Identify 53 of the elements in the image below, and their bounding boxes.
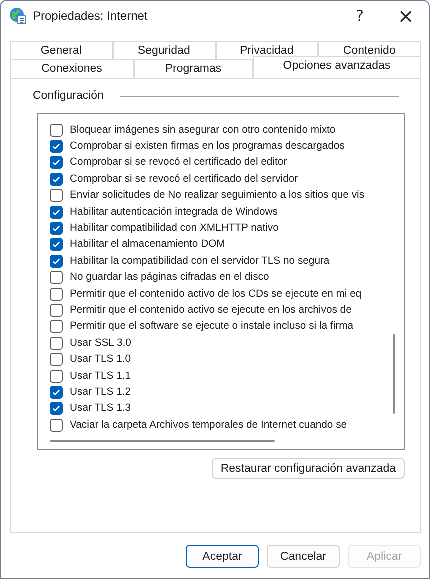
checkbox-label: Comprobar si existen firmas en los programas descargados bbox=[70, 141, 345, 152]
close-button[interactable]: × bbox=[383, 1, 429, 31]
tab[interactable]: General bbox=[10, 41, 113, 59]
help-button[interactable]: ? bbox=[337, 1, 383, 31]
checkbox-label: Usar TLS 1.0 bbox=[70, 354, 132, 366]
group-title: Configuración bbox=[33, 90, 104, 102]
checkbox[interactable] bbox=[50, 271, 63, 284]
checkbox-label: Habilitar el almacenamiento DOM bbox=[70, 239, 226, 250]
tab[interactable]: Seguridad bbox=[112, 41, 216, 59]
checkbox-label: Permitir que el software se ejecute o instale incluso si la firma bbox=[70, 321, 354, 332]
checkbox-label: Enviar solicitudes de No realizar seguimiento a los sitios que vis bbox=[70, 190, 365, 202]
window-title: Propiedades: Internet bbox=[33, 9, 148, 23]
checkbox[interactable] bbox=[50, 353, 63, 366]
dialog-button[interactable]: Aceptar bbox=[186, 545, 259, 568]
checkbox-label: Usar SSL 3.0 bbox=[70, 338, 132, 349]
checkbox-label: Vaciar la carpeta Archivos temporales de Internet cuando se bbox=[70, 420, 348, 431]
checkbox-label: Habilitar autenticación integrada de Windows bbox=[70, 206, 278, 218]
checkbox-label: Usar TLS 1.2 bbox=[70, 386, 132, 398]
checkbox-label: Habilitar compatibilidad con XMLHTTP nativo bbox=[70, 223, 279, 234]
checkbox[interactable] bbox=[50, 304, 63, 317]
checkbox[interactable] bbox=[50, 124, 63, 137]
checkbox[interactable] bbox=[50, 402, 63, 416]
checkbox-label: Comprobar si se revocó el certificado del editor bbox=[70, 157, 288, 168]
scrollbar-thumb[interactable] bbox=[393, 334, 395, 414]
checkbox-label: Permitir que el contenido activo se ejecute en los archivos de bbox=[70, 304, 352, 316]
checkbox[interactable] bbox=[50, 418, 63, 432]
checkbox[interactable] bbox=[50, 172, 63, 186]
checkbox[interactable] bbox=[50, 254, 63, 268]
checkbox-label: No guardar las páginas cifradas en el disco bbox=[70, 272, 270, 284]
tab[interactable]: Conexiones bbox=[10, 59, 134, 78]
checkbox[interactable] bbox=[50, 140, 63, 154]
checkbox[interactable] bbox=[50, 320, 63, 334]
checkbox[interactable] bbox=[50, 189, 63, 202]
tab[interactable]: Opciones avanzadas bbox=[253, 56, 421, 78]
tab[interactable]: Programas bbox=[134, 59, 253, 78]
restore-button[interactable]: Restaurar configuración avanzada bbox=[212, 458, 405, 479]
checkbox-label: Comprobar si se revocó el certificado del servidor bbox=[70, 174, 298, 185]
checkbox-label: Usar TLS 1.1 bbox=[70, 370, 132, 382]
checkbox-label: Bloquear imágenes sin asegurar con otro contenido mixto bbox=[70, 124, 336, 136]
checkbox[interactable] bbox=[50, 386, 63, 399]
checkbox[interactable] bbox=[50, 222, 63, 236]
checkbox[interactable] bbox=[50, 288, 63, 301]
globe-icon bbox=[9, 7, 27, 25]
checkbox[interactable] bbox=[50, 370, 63, 383]
scrollbar-thumb[interactable] bbox=[50, 440, 275, 442]
checkbox[interactable] bbox=[50, 336, 63, 350]
checkbox-label: Usar TLS 1.3 bbox=[70, 403, 132, 414]
checkbox[interactable] bbox=[50, 156, 63, 170]
dialog-button[interactable]: Cancelar bbox=[267, 545, 340, 568]
checkbox-label: Permitir que el contenido activo de los CDs se ejecute en mi eq bbox=[70, 288, 362, 300]
checkbox[interactable] bbox=[50, 206, 63, 219]
checkbox[interactable] bbox=[50, 238, 63, 252]
checkbox-label: Habilitar la compatibilidad con el servidor TLS no segura bbox=[70, 256, 330, 267]
